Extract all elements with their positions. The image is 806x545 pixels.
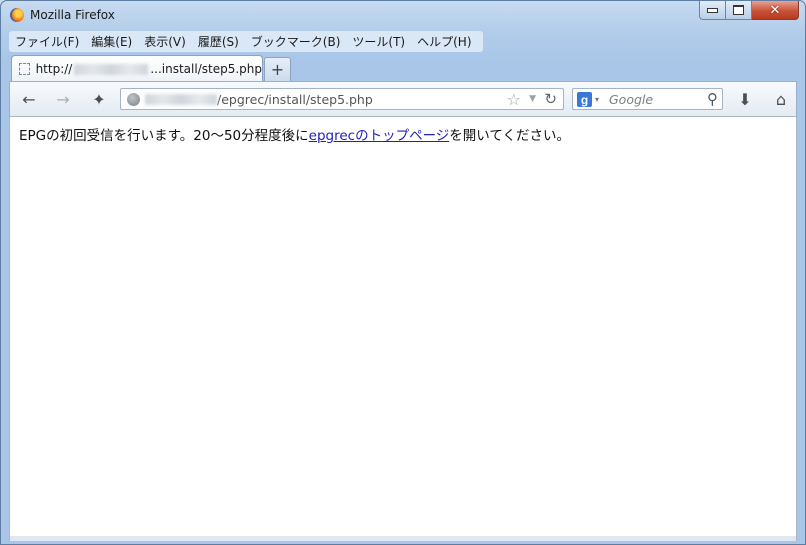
page-message: EPGの初回受信を行います。20〜50分程度後にepgrecのトップページを開い… [19,124,570,144]
forward-arrow-icon: → [56,89,70,109]
back-button[interactable]: ← [18,89,40,109]
tab-title-suffix: ...install/step5.php [150,62,262,76]
menu-tools[interactable]: ツール(T) [346,33,411,50]
new-tab-button[interactable]: + [264,57,291,81]
globe-icon [127,93,140,106]
message-text-before: EPGの初回受信を行います。20〜50分程度後に [19,128,309,144]
status-strip [10,536,796,541]
menu-bookmarks[interactable]: ブックマーク(B) [245,33,347,50]
redacted-host [74,63,149,75]
forward-button[interactable]: → [52,89,74,109]
puzzle-icon: ✦ [92,89,106,109]
tab-title: http:// ...install/step5.php [36,62,262,76]
menu-file[interactable]: ファイル(F) [9,33,85,50]
message-text-after: を開いてください。 [449,128,570,144]
tools-button[interactable]: ✦ [88,89,110,109]
page-favicon-icon [19,63,30,75]
caption-buttons: ✕ [699,1,799,21]
navigation-toolbar: ← → ✦ /epgrec/install/step5.php ☆ ▼ ↻ g … [9,81,797,117]
url-text[interactable]: /epgrec/install/step5.php [145,92,373,107]
search-input[interactable]: Google [609,92,653,107]
tab-step5[interactable]: http:// ...install/step5.php [11,55,263,82]
menu-view[interactable]: 表示(V) [138,33,192,50]
tab-title-prefix: http:// [35,62,73,76]
minimize-icon [707,7,718,13]
menu-edit[interactable]: 編集(E) [85,33,138,50]
address-bar[interactable]: /epgrec/install/step5.php ☆ ▼ ↻ [120,88,564,110]
close-button[interactable]: ✕ [752,1,799,20]
title-bar[interactable]: Mozilla Firefox ✕ [1,1,805,29]
home-button[interactable]: ⌂ [770,89,792,109]
reload-icon[interactable]: ↻ [544,90,557,108]
search-bar[interactable]: g ▾ Google ⚲ [572,88,723,110]
maximize-icon [733,5,744,15]
close-icon: ✕ [769,2,781,18]
download-arrow-icon: ⬇ [738,89,752,109]
url-path: /epgrec/install/step5.php [217,92,373,107]
bookmark-star-icon[interactable]: ☆ [507,90,521,109]
firefox-logo-icon [10,8,24,22]
redacted-host [145,94,217,105]
minimize-button[interactable] [699,1,726,20]
menu-history[interactable]: 履歴(S) [192,33,245,50]
page-content: EPGの初回受信を行います。20〜50分程度後にepgrecのトップページを開い… [9,117,797,541]
history-dropdown-icon[interactable]: ▼ [529,94,536,104]
browser-window: Mozilla Firefox ✕ ファイル(F) 編集(E) 表示(V) 履歴… [0,0,806,545]
engine-dropdown-icon[interactable]: ▾ [595,95,599,104]
maximize-button[interactable] [726,1,752,20]
home-icon: ⌂ [775,89,787,109]
epgrec-top-page-link[interactable]: epgrecのトップページ [309,128,450,144]
window-title: Mozilla Firefox [30,8,115,22]
back-arrow-icon: ← [22,89,36,109]
google-engine-icon[interactable]: g [577,92,592,107]
menu-bar: ファイル(F) 編集(E) 表示(V) 履歴(S) ブックマーク(B) ツール(… [9,31,483,52]
menu-help[interactable]: ヘルプ(H) [411,33,477,50]
search-icon[interactable]: ⚲ [707,90,718,108]
downloads-button[interactable]: ⬇ [734,89,756,109]
